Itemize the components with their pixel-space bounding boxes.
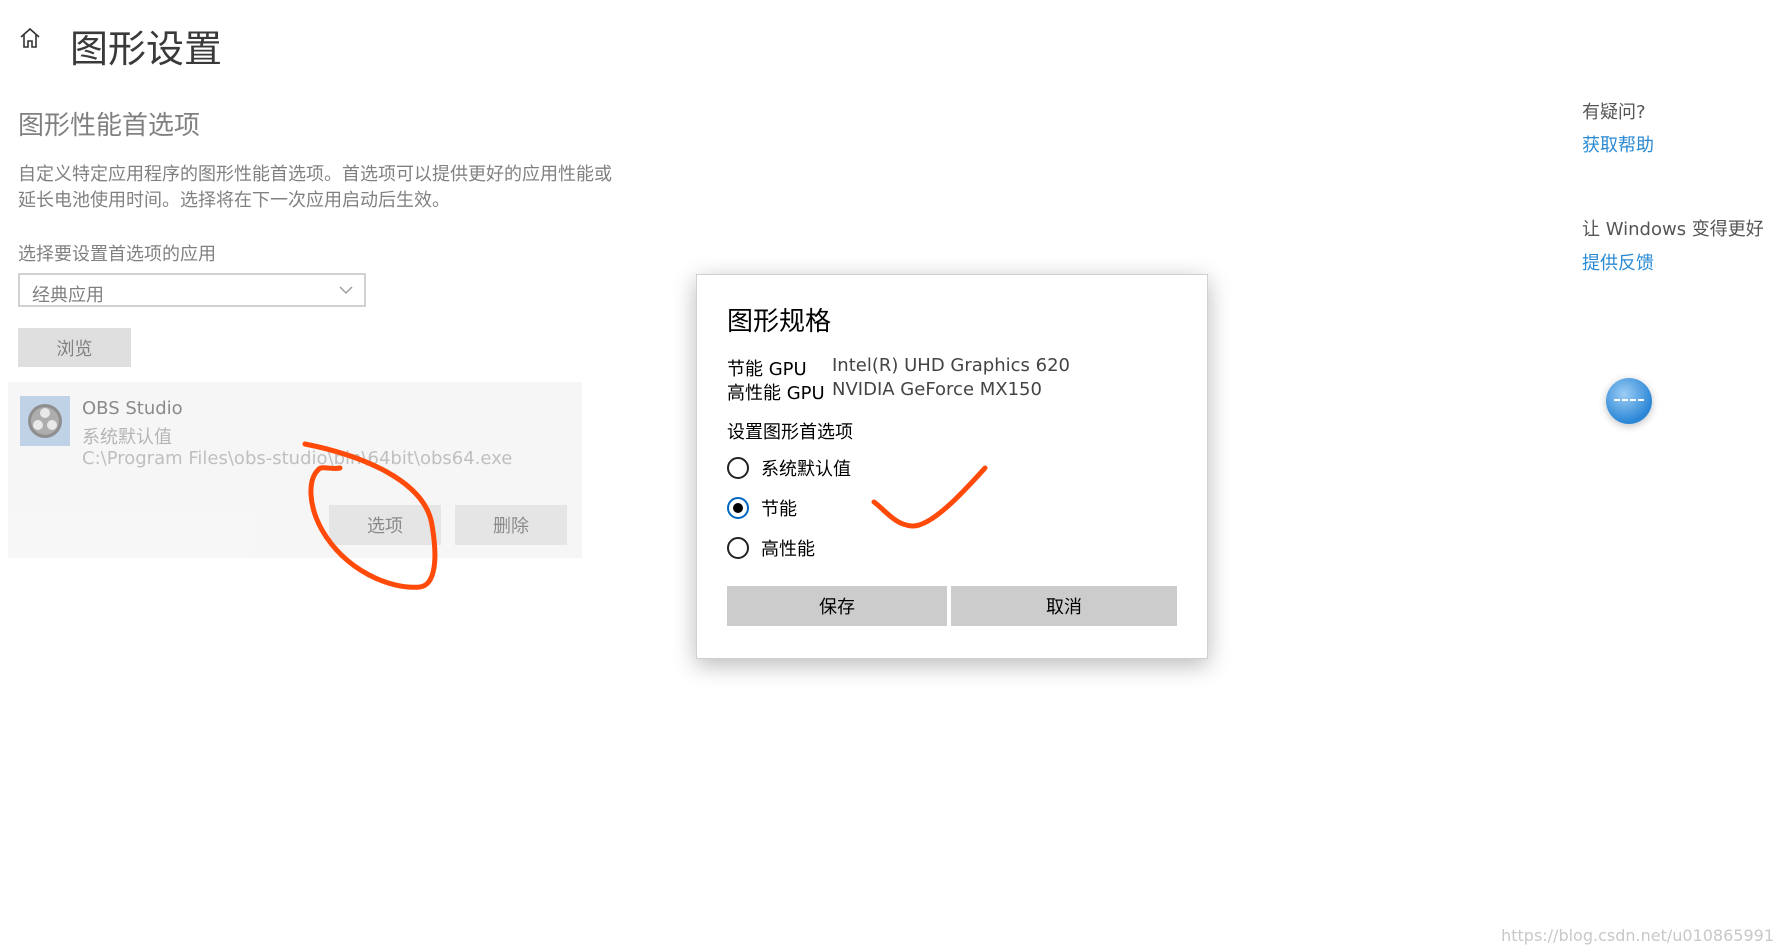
radio-button[interactable] (727, 537, 749, 559)
chevron-down-icon (339, 286, 353, 295)
radio-label: 节能 (761, 499, 797, 520)
section-description: 自定义特定应用程序的图形性能首选项。首选项可以提供更好的应用性能或延长电池使用时… (18, 164, 612, 211)
give-feedback-link[interactable]: 提供反馈 (1582, 249, 1654, 275)
options-button[interactable]: 选项 (329, 505, 441, 545)
graphics-spec-dialog: 图形规格 节能 GPU Intel(R) UHD Graphics 620 高性… (696, 274, 1208, 659)
power-saving-gpu-label: 节能 GPU (727, 359, 807, 380)
high-performance-gpu-value: NVIDIA GeForce MX150 (832, 379, 1042, 400)
app-name: OBS Studio (82, 398, 183, 419)
help-question: 有疑问? (1582, 102, 1646, 123)
dialog-title: 图形规格 (727, 307, 832, 337)
watermark: https://blog.csdn.net/u010865991 (1501, 926, 1774, 945)
section-title: 图形性能首选项 (18, 111, 201, 141)
improve-windows-heading: 让 Windows 变得更好 (1582, 219, 1764, 240)
remove-button[interactable]: 删除 (455, 505, 567, 545)
browse-button[interactable]: 浏览 (18, 328, 131, 367)
radio-label: 系统默认值 (761, 459, 851, 480)
radio-button[interactable] (727, 457, 749, 479)
floating-assistant-icon[interactable] (1606, 378, 1652, 424)
app-type-dropdown[interactable]: 经典应用 (18, 273, 366, 307)
app-type-dropdown-value: 经典应用 (32, 285, 104, 306)
radio-high-performance[interactable]: 高性能 (727, 534, 815, 562)
radio-button-checked[interactable] (727, 497, 749, 519)
app-select-label: 选择要设置首选项的应用 (18, 244, 216, 265)
radio-power-saving[interactable]: 节能 (727, 494, 797, 522)
cancel-button[interactable]: 取消 (951, 586, 1177, 626)
home-icon[interactable] (18, 26, 42, 50)
page-title: 图形设置 (70, 27, 223, 71)
save-button[interactable]: 保存 (727, 586, 947, 626)
radio-label: 高性能 (761, 539, 815, 560)
app-setting-value: 系统默认值 (82, 427, 172, 448)
radio-system-default[interactable]: 系统默认值 (727, 454, 851, 482)
high-performance-gpu-label: 高性能 GPU (727, 383, 825, 404)
power-saving-gpu-value: Intel(R) UHD Graphics 620 (832, 355, 1070, 376)
app-path: C:\Program Files\obs-studio\bin\64bit\ob… (82, 448, 513, 469)
get-help-link[interactable]: 获取帮助 (1582, 131, 1654, 157)
obs-studio-icon (20, 396, 70, 446)
graphics-pref-label: 设置图形首选项 (727, 422, 853, 443)
